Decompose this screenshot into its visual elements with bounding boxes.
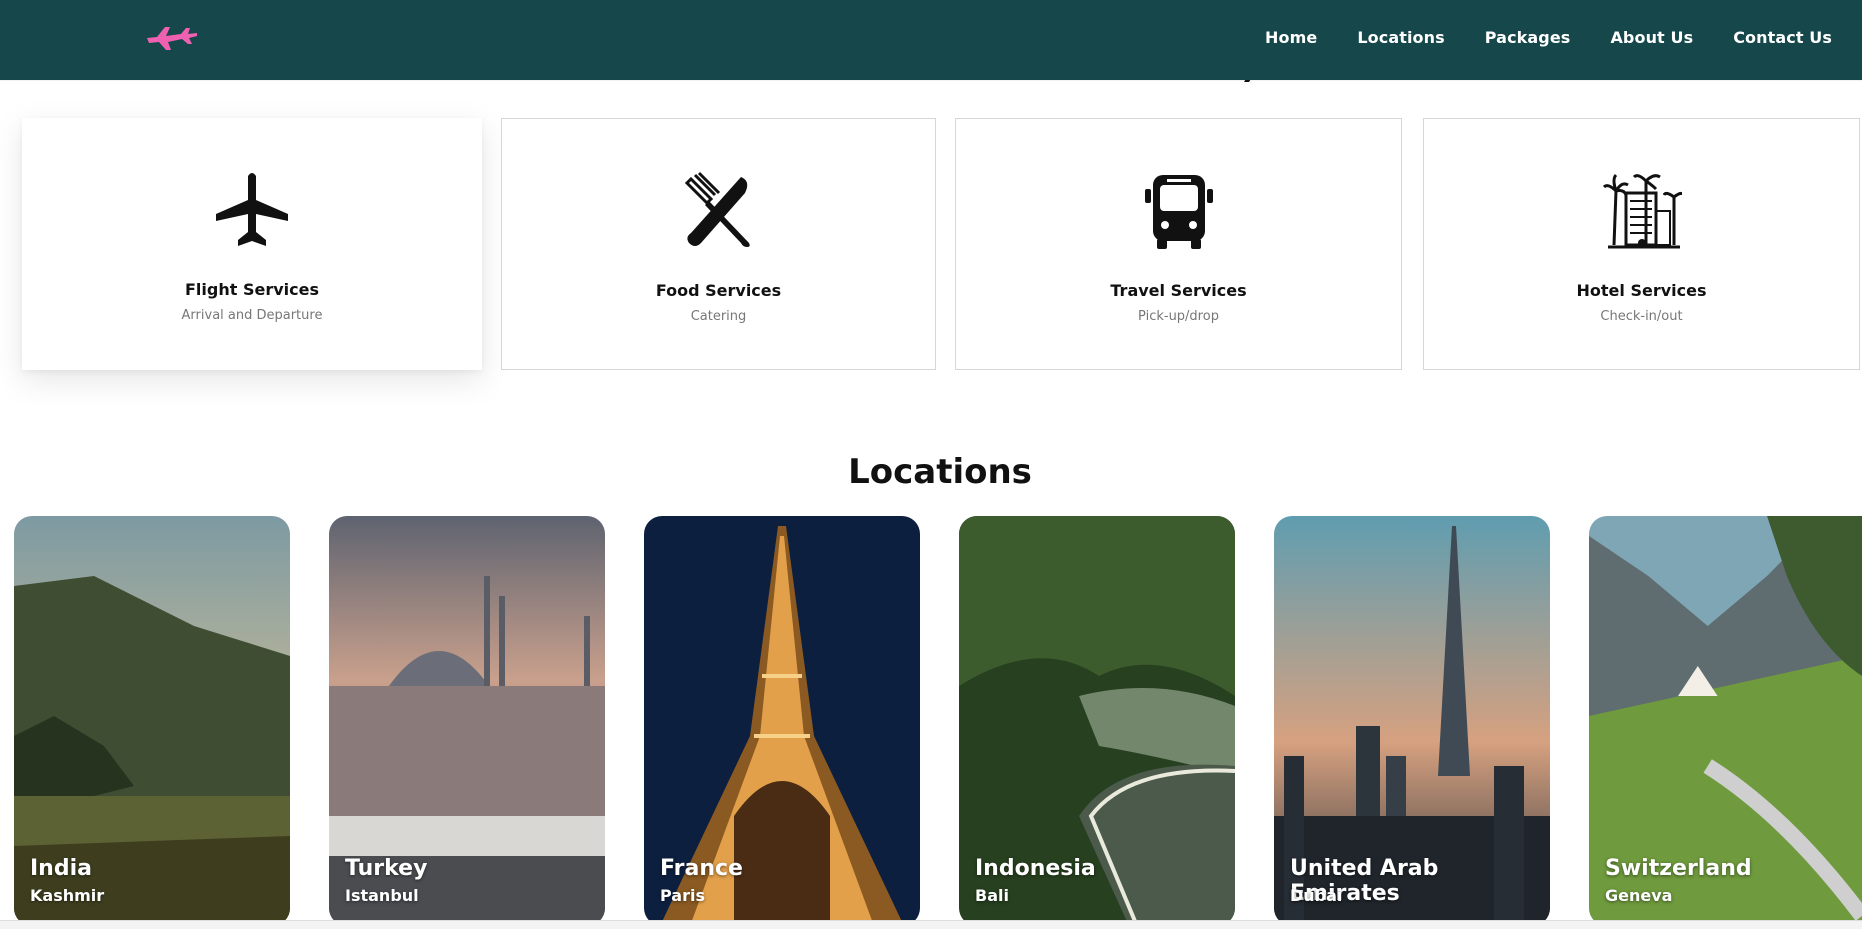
- service-card-travel[interactable]: Travel Services Pick-up/drop: [955, 118, 1402, 370]
- main-menu: Home Locations Packages About Us Contact…: [1265, 0, 1832, 74]
- bus-icon: [1144, 175, 1213, 249]
- service-title: Flight Services: [185, 280, 319, 299]
- location-city: Istanbul: [345, 886, 419, 905]
- location-country: Switzerland: [1605, 856, 1752, 881]
- locations-heading: Locations: [848, 452, 1032, 492]
- nav-home[interactable]: Home: [1265, 28, 1317, 47]
- service-title: Food Services: [655, 281, 782, 300]
- airplane-icon: [216, 173, 288, 246]
- location-country: India: [30, 856, 92, 881]
- location-card-uae[interactable]: United Arab Emirates Dubai: [1274, 516, 1550, 926]
- service-card-hotel[interactable]: Hotel Services Check-in/out: [1423, 118, 1860, 370]
- location-card-turkey[interactable]: Turkey Istanbul: [329, 516, 605, 926]
- location-city: Geneva: [1605, 886, 1673, 905]
- hotel-icon: [1602, 173, 1682, 249]
- location-country: Turkey: [345, 856, 428, 881]
- fork-knife-icon: [684, 171, 750, 247]
- nav-packages[interactable]: Packages: [1485, 28, 1571, 47]
- service-card-food[interactable]: Food Services Catering: [501, 118, 936, 370]
- location-card-indonesia[interactable]: Indonesia Bali: [959, 516, 1235, 926]
- service-subtitle: Arrival and Departure: [181, 308, 323, 323]
- location-city: Bali: [975, 886, 1009, 905]
- location-country: France: [660, 856, 743, 881]
- location-card-switzerland[interactable]: Switzerland Geneva: [1589, 516, 1862, 926]
- airplane-logo-icon[interactable]: [145, 20, 199, 52]
- nav-contact-us[interactable]: Contact Us: [1733, 28, 1832, 47]
- location-card-france[interactable]: France Paris: [644, 516, 920, 926]
- service-title: Hotel Services: [1576, 281, 1707, 300]
- service-subtitle: Pick-up/drop: [1138, 309, 1219, 324]
- service-subtitle: Catering: [690, 309, 747, 324]
- service-card-flight[interactable]: Flight Services Arrival and Departure: [22, 118, 482, 370]
- location-card-india[interactable]: India Kashmir: [14, 516, 290, 926]
- location-city: Dubai: [1290, 886, 1343, 905]
- top-navbar: Home Locations Packages About Us Contact…: [0, 0, 1862, 80]
- location-city: Kashmir: [30, 886, 105, 905]
- nav-locations[interactable]: Locations: [1357, 28, 1444, 47]
- location-country: Indonesia: [975, 856, 1096, 881]
- service-title: Travel Services: [1110, 281, 1247, 300]
- location-city: Paris: [660, 886, 705, 905]
- service-subtitle: Check-in/out: [1600, 309, 1683, 324]
- nav-about-us[interactable]: About Us: [1610, 28, 1693, 47]
